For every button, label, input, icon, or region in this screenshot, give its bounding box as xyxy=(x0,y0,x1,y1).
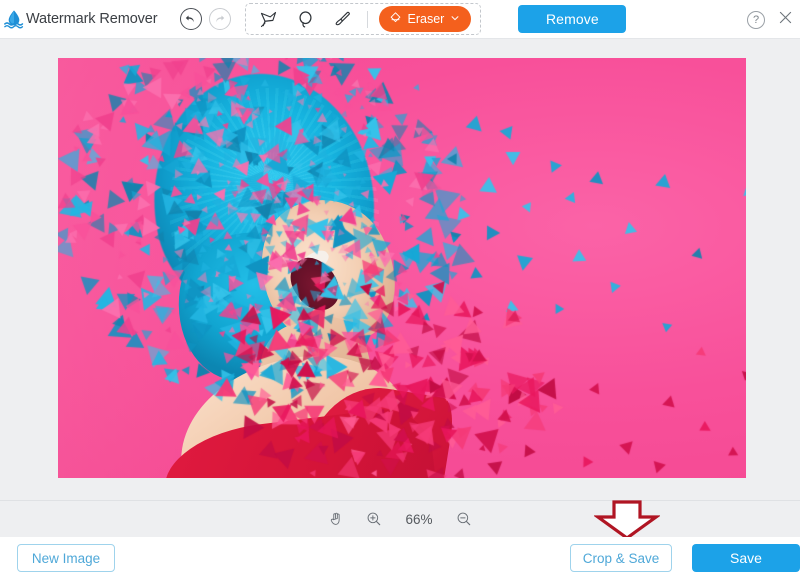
save-button[interactable]: Save xyxy=(692,544,800,572)
new-image-button[interactable]: New Image xyxy=(17,544,115,572)
remove-button[interactable]: Remove xyxy=(518,5,626,33)
eraser-dropdown-button[interactable]: Eraser xyxy=(379,6,472,32)
history-controls xyxy=(180,8,231,30)
hand-pan-icon[interactable] xyxy=(326,509,346,529)
watermark-remover-window: Watermark Remover xyxy=(0,0,800,575)
zoom-in-icon[interactable] xyxy=(364,509,384,529)
brush-icon[interactable] xyxy=(329,6,356,32)
footer-bar: New Image Crop & Save Save xyxy=(0,537,800,575)
eraser-icon xyxy=(388,10,403,28)
eraser-label: Eraser xyxy=(408,12,445,26)
app-brand: Watermark Remover xyxy=(3,8,158,30)
toolbar-divider xyxy=(367,11,368,28)
crop-and-save-button[interactable]: Crop & Save xyxy=(570,544,672,572)
undo-arrow-icon[interactable] xyxy=(180,8,202,30)
question-mark-icon[interactable]: ? xyxy=(747,11,765,29)
lasso-icon[interactable] xyxy=(292,6,319,32)
selection-tool-group: Eraser xyxy=(245,3,482,35)
chevron-down-icon xyxy=(450,13,460,25)
editor-canvas-area[interactable] xyxy=(0,39,800,500)
zoom-level-label: 66% xyxy=(402,512,436,527)
top-toolbar: Watermark Remover xyxy=(0,0,800,39)
polygon-lasso-icon[interactable] xyxy=(255,6,282,32)
zoom-out-icon[interactable] xyxy=(454,509,474,529)
water-drop-icon xyxy=(3,8,25,30)
edited-image[interactable] xyxy=(58,58,746,478)
close-x-icon[interactable] xyxy=(777,9,794,31)
window-controls: ? xyxy=(747,0,794,39)
shatter-fragments-overlay xyxy=(58,58,746,478)
app-title: Watermark Remover xyxy=(26,11,158,27)
redo-arrow-icon[interactable] xyxy=(209,8,231,30)
zoom-toolbar: 66% xyxy=(0,500,800,537)
